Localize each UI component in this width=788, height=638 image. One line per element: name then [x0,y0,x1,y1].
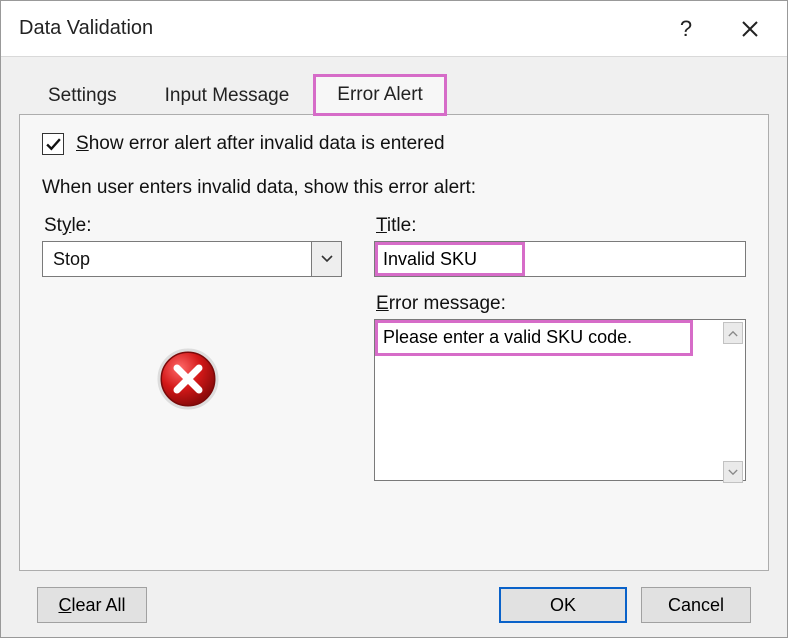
tab-error-alert[interactable]: Error Alert [314,75,446,115]
data-validation-dialog: Data Validation ? Settings Input Message… [0,0,788,638]
tab-settings[interactable]: Settings [25,76,140,115]
style-select-dropdown-button[interactable] [311,242,341,276]
tab-row: Settings Input Message Error Alert [25,75,769,115]
textarea-scroll-up[interactable] [723,322,743,344]
style-column: Style: Stop [42,215,342,486]
tab-input-message[interactable]: Input Message [142,76,313,115]
form-columns: Style: Stop [42,215,746,486]
dialog-footer: Clear All OK Cancel [19,571,769,637]
cancel-button[interactable]: Cancel [641,587,751,623]
show-error-alert-row: Show error alert after invalid data is e… [42,133,746,155]
tab-panel-error-alert: Show error alert after invalid data is e… [19,114,769,571]
error-message-textarea[interactable] [374,319,746,481]
show-error-alert-label: Show error alert after invalid data is e… [76,133,445,155]
section-text: When user enters invalid data, show this… [42,177,746,199]
title-label: Title: [376,215,746,237]
style-label: Style: [44,215,342,237]
style-select[interactable]: Stop [42,241,342,277]
stop-error-icon [156,347,342,416]
ok-button[interactable]: OK [499,587,627,623]
show-error-alert-checkbox[interactable] [42,133,64,155]
help-icon[interactable]: ? [663,6,709,52]
dialog-title: Data Validation [19,17,663,40]
dialog-body: Settings Input Message Error Alert Show … [1,57,787,637]
clear-all-button[interactable]: Clear All [37,587,147,623]
style-select-value: Stop [43,249,311,270]
close-icon[interactable] [727,6,773,52]
textarea-scroll-down[interactable] [723,461,743,483]
title-input[interactable] [374,241,746,277]
right-column: Title: Error message: [374,215,746,486]
error-message-label: Error message: [376,293,746,315]
titlebar: Data Validation ? [1,1,787,57]
